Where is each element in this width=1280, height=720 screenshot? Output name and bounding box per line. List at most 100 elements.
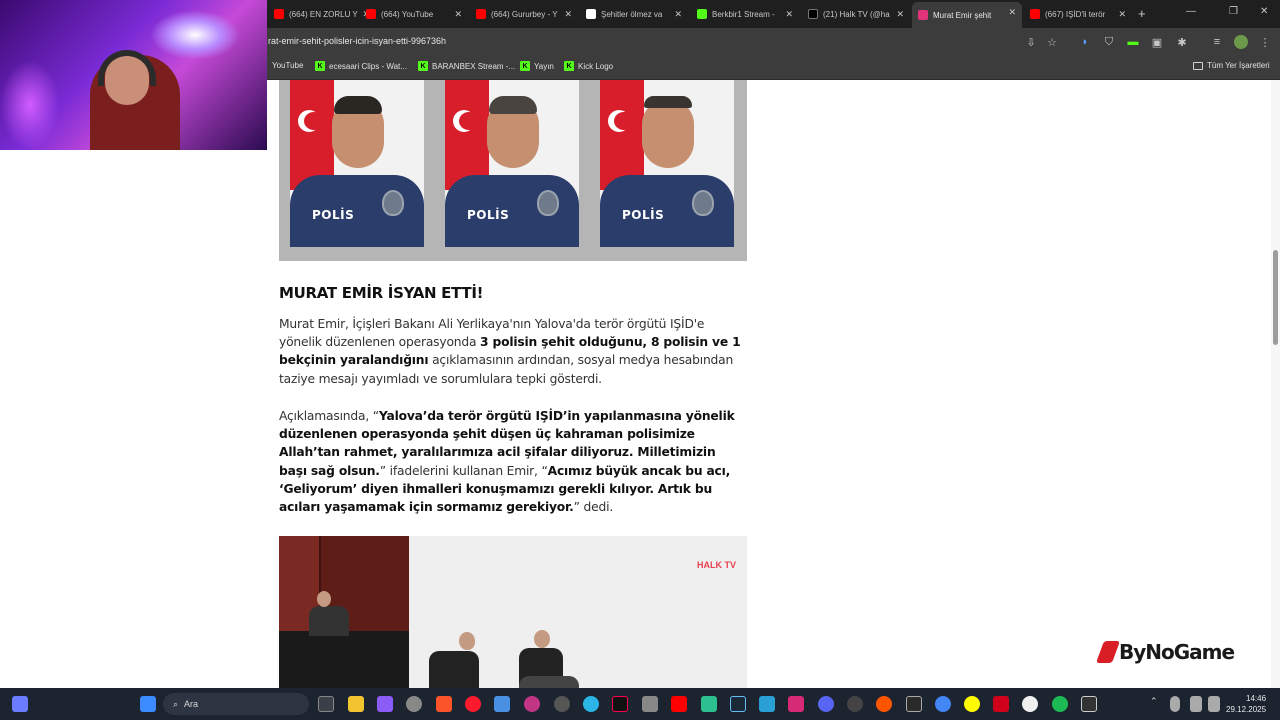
police-officers-photo: POLİS POLİS POLİS [279,80,747,261]
app-icon[interactable] [759,696,775,712]
bookmark-yayin[interactable]: K Yayın [520,61,554,71]
app-icon[interactable] [1081,696,1097,712]
menu-icon[interactable]: ⋮ [1258,35,1272,49]
avatar[interactable] [1234,35,1248,49]
minimize-icon[interactable]: — [1186,6,1196,17]
edge-icon[interactable] [583,696,599,712]
bookmark-baranbex[interactable]: K BARANBEX Stream -... [418,61,515,71]
bookmark-star-icon[interactable]: ☆ [1045,35,1059,49]
widgets-icon[interactable] [12,696,28,712]
search-icon: ⌕ [173,698,179,709]
officer-photo: POLİS [290,80,424,247]
store-icon[interactable] [494,696,510,712]
police-badge [537,190,559,216]
instagram-icon[interactable] [788,696,804,712]
steam-icon[interactable] [730,696,746,712]
discord-icon[interactable] [818,696,834,712]
media-control-icon[interactable]: ≡ [1210,35,1224,49]
officer-photo: POLİS [445,80,579,247]
article-paragraph-1: Murat Emir, İçişleri Bakanı Ali Yerlikay… [279,317,741,386]
kick-icon: K [520,61,530,71]
network-icon[interactable] [1190,696,1202,712]
url-field[interactable]: rat-emir-sehit-polisler-icin-isyan-etti-… [268,36,446,46]
app-icon[interactable] [642,696,658,712]
volume-icon[interactable] [1208,696,1220,712]
taskbar-clock[interactable]: 14:46 29.12.2025 [1226,693,1266,715]
kick-extension-icon[interactable]: ▬ [1126,35,1140,49]
copilot-icon[interactable] [377,696,393,712]
tiktok-icon[interactable] [612,696,628,712]
youtube-icon [1030,9,1040,19]
tab-5[interactable]: (21) Halk TV (@ha ✕ [802,4,910,24]
youtube-icon [274,9,284,19]
bookmark-clips[interactable]: Kecesaari Clips - Wat... [315,61,407,71]
new-tab-button[interactable]: + [1138,6,1146,21]
scrollbar-thumb[interactable] [1273,250,1278,345]
bookmark-kick-logo[interactable]: K Kick Logo [564,61,613,71]
youtube-icon[interactable] [671,696,687,712]
chrome-icon[interactable] [554,696,570,712]
watermark-logo: HALK TV [697,560,736,570]
parliament-photo: HALK TV [279,536,747,688]
all-bookmarks[interactable]: Tüm Yer İşaretleri [1193,61,1270,70]
extension-icon[interactable]: ▣ [1150,35,1164,49]
kick-icon [697,9,707,19]
app-icon[interactable] [993,696,1009,712]
puzzle-icon[interactable]: ✱ [1175,35,1189,49]
taskbar-search[interactable]: ⌕ Ara [163,693,309,715]
chevron-up-icon[interactable]: ⌃ [1150,696,1158,712]
close-window-icon[interactable]: ✕ [1260,6,1268,17]
close-icon[interactable]: ✕ [454,9,462,20]
epic-games-icon[interactable] [906,696,922,712]
brave-icon[interactable] [436,696,452,712]
youtube-icon [476,9,486,19]
shield-icon[interactable]: ⛉ [1102,35,1116,49]
turkish-flag [600,80,644,190]
close-icon[interactable]: ✕ [674,9,682,20]
site-icon [918,10,928,20]
start-icon[interactable] [140,696,156,712]
close-icon[interactable]: ✕ [1118,9,1126,20]
kick-icon: K [564,61,574,71]
kick-icon: K [315,61,325,71]
tab-2[interactable]: (664) Gururbey - Y ✕ [470,4,578,24]
chrome-active-icon[interactable] [935,696,951,712]
soundcloud-icon[interactable] [876,696,892,712]
tab-1[interactable]: (664) YouTube ✕ [360,4,468,24]
article-heading: MURAT EMİR İSYAN ETTİ! [279,284,484,302]
close-icon[interactable]: ✕ [896,9,904,20]
turkish-flag [445,80,489,190]
snapchat-icon[interactable] [964,696,980,712]
close-icon[interactable]: ✕ [1008,7,1016,18]
wikipedia-icon [586,9,596,19]
tab-7[interactable]: (667) IŞİD'li terör ✕ [1024,4,1132,24]
kick-icon: K [418,61,428,71]
scrollbar[interactable] [1271,80,1280,688]
spotify-icon[interactable] [1052,696,1068,712]
turkish-flag [290,80,334,190]
app-icon[interactable] [701,696,717,712]
app-icon[interactable] [406,696,422,712]
file-explorer-icon[interactable] [348,696,364,712]
x-icon [808,9,818,19]
webcam-overlay [0,0,267,150]
install-app-icon[interactable]: ⇩ [1024,35,1038,49]
media-icon[interactable] [524,696,540,712]
app-icon[interactable] [847,696,863,712]
tab-6-active[interactable]: Murat Emir şehit ✕ [912,2,1022,28]
extension-icon[interactable]: ◗ [1078,35,1092,49]
tab-4[interactable]: Berkbir1 Stream - ✕ [691,4,799,24]
task-view-icon[interactable] [318,696,334,712]
opera-icon[interactable] [465,696,481,712]
close-icon[interactable]: ✕ [785,9,793,20]
maximize-icon[interactable]: ❐ [1229,6,1238,17]
article-paragraph-2: Açıklamasında, “Yalova’da terör örgütü I… [279,409,735,515]
bookmark-youtube[interactable]: YouTube [272,61,303,70]
bynogame-mark-icon [1095,641,1121,663]
close-icon[interactable]: ✕ [564,9,572,20]
yandex-icon[interactable] [1022,696,1038,712]
tab-3[interactable]: Şehitler ölmez va ✕ [580,4,688,24]
microphone-icon[interactable] [1170,696,1180,712]
youtube-icon [366,9,376,19]
windows-taskbar: ⌕ Ara ⌃ 14:46 29.12.2025 [0,688,1280,720]
